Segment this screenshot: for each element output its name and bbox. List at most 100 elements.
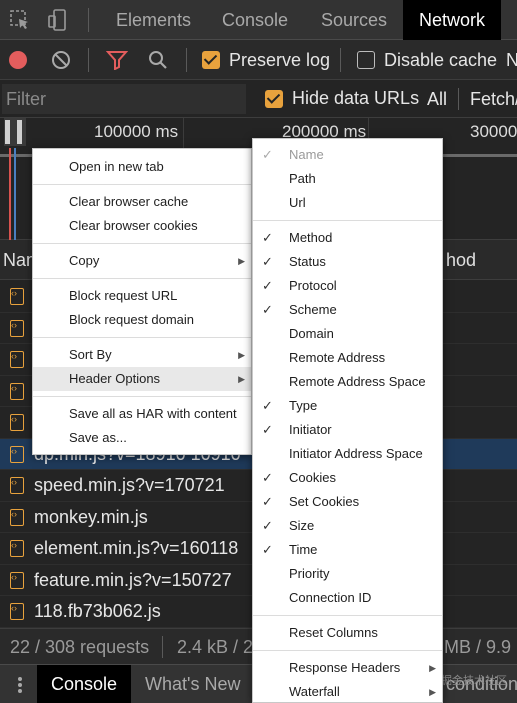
checkmark-icon: ✓ [262,494,273,509]
menu-item-copy[interactable]: Copy ▶ [33,249,251,273]
submenu-item-path[interactable]: Path [253,167,442,191]
drawer-tab-whats-new[interactable]: What's New [145,665,240,703]
throttling-dropdown[interactable]: N [506,50,517,71]
submenu-item-protocol[interactable]: ✓ Protocol [253,274,442,298]
submenu-item-initiator[interactable]: ✓ Initiator [253,418,442,442]
menu-item-label: Scheme [289,302,337,317]
filter-input[interactable]: Filter [2,84,246,114]
drawer-tab-console[interactable]: Console [37,665,132,703]
menu-item-save-har[interactable]: Save all as HAR with content [33,402,251,426]
status-separator [162,636,163,658]
submenu-item-connection-id[interactable]: Connection ID [253,586,442,610]
menu-item-label: Name [289,147,324,162]
network-toolbar: Preserve log Disable cache N [0,40,517,80]
menu-item-header-options[interactable]: Header Options ▶ [33,367,251,391]
menu-separator [253,615,442,616]
menu-item-clear-cache[interactable]: Clear browser cache [33,190,251,214]
menu-item-label: Copy [69,253,100,268]
request-name: feature.min.js?v=150727 [34,569,232,590]
script-file-icon [10,319,24,337]
menu-item-label: Method [289,230,333,245]
submenu-arrow-icon: ▶ [429,687,436,697]
menu-separator [33,337,251,338]
filter-type-fetch[interactable]: Fetch/ [470,89,517,110]
column-method-header[interactable]: hod [446,250,476,271]
submenu-item-waterfall[interactable]: Waterfall ▶ [253,680,442,703]
submenu-item-type[interactable]: ✓ Type [253,394,442,418]
inspect-element-icon[interactable] [8,8,32,32]
script-file-icon [10,445,24,463]
menu-item-label: Response Headers [289,660,401,675]
submenu-item-cookies[interactable]: ✓ Cookies [253,466,442,490]
clear-icon[interactable] [51,50,71,70]
script-file-icon [10,288,24,305]
menu-item-label: Header Options [69,371,161,386]
submenu-item-priority[interactable]: Priority [253,562,442,586]
menu-item-label: Path [289,171,316,186]
checkmark-icon: ✓ [262,254,273,269]
menu-item-label: Waterfall [289,684,340,699]
script-file-icon [10,351,24,368]
submenu-item-scheme[interactable]: ✓ Scheme [253,298,442,322]
tab-network[interactable]: Network [403,0,502,40]
checkmark-icon: ✓ [262,398,273,413]
menu-item-save-as[interactable]: Save as... [33,426,251,450]
menu-item-label: Type [289,398,318,413]
request-name: 118.fb73b062.js [34,601,161,621]
submenu-arrow-icon: ▶ [238,256,245,266]
overview-left-handle[interactable] [5,120,10,144]
device-toolbar-icon[interactable] [46,8,70,32]
overview-dom-marker [14,148,16,240]
tab-elements[interactable]: Elements [116,0,191,40]
submenu-item-domain[interactable]: Domain [253,322,442,346]
menu-item-label: Clear browser cookies [69,218,198,233]
submenu-item-name: ✓ Name [253,143,442,167]
submenu-item-response-headers[interactable]: Response Headers ▶ [253,656,442,680]
submenu-item-set-cookies[interactable]: ✓ Set Cookies [253,490,442,514]
submenu-arrow-icon: ▶ [238,374,245,384]
tab-sources[interactable]: Sources [321,0,387,40]
submenu-item-size[interactable]: ✓ Size [253,514,442,538]
overview-right-handle[interactable] [17,120,22,144]
checkmark-icon: ✓ [262,542,273,557]
tab-console[interactable]: Console [222,0,288,40]
hide-data-urls-checkbox[interactable] [265,90,283,108]
preserve-log-label: Preserve log [229,50,331,70]
submenu-item-status[interactable]: ✓ Status [253,250,442,274]
disable-cache-checkbox[interactable] [357,51,375,69]
submenu-item-reset-columns[interactable]: Reset Columns [253,621,442,645]
filter-icon[interactable] [106,50,128,70]
search-icon[interactable] [148,50,168,70]
menu-item-sort-by[interactable]: Sort By ▶ [33,343,251,367]
request-name: monkey.min.js [34,506,148,527]
menu-item-block-domain[interactable]: Block request domain [33,308,251,332]
toolbar-separator [186,48,187,72]
submenu-item-initiator-address-space[interactable]: Initiator Address Space [253,442,442,466]
menu-item-label: Remote Address [289,350,386,365]
menu-separator [253,650,442,651]
menu-item-clear-cookies[interactable]: Clear browser cookies [33,214,251,238]
script-file-icon [10,382,24,400]
transferred-size: 2.4 kB / 2 [177,637,254,657]
preserve-log-checkbox[interactable] [202,51,220,69]
menu-item-block-url[interactable]: Block request URL [33,284,251,308]
context-menu: Open in new tab Clear browser cache Clea… [32,148,252,455]
record-icon[interactable] [8,50,28,70]
menu-item-label: Cookies [289,470,336,485]
filter-type-all[interactable]: All [427,89,447,110]
submenu-item-method[interactable]: ✓ Method [253,226,442,250]
drawer-menu-icon[interactable] [12,675,28,695]
submenu-item-remote-address-space[interactable]: Remote Address Space [253,370,442,394]
menu-item-label: Connection ID [289,590,372,605]
toolbar-separator [88,8,89,32]
filter-row: Filter Hide data URLs All Fetch/ [0,80,517,118]
submenu-item-url[interactable]: Url [253,191,442,215]
checkmark-icon: ✓ [262,518,273,533]
menu-item-label: Time [289,542,318,557]
submenu-item-time[interactable]: ✓ Time [253,538,442,562]
menu-item-open-new-tab[interactable]: Open in new tab [33,155,251,179]
submenu-item-remote-address[interactable]: Remote Address [253,346,442,370]
menu-separator [33,243,251,244]
checkmark-icon: ✓ [262,302,273,317]
menu-item-label: Priority [289,566,330,581]
